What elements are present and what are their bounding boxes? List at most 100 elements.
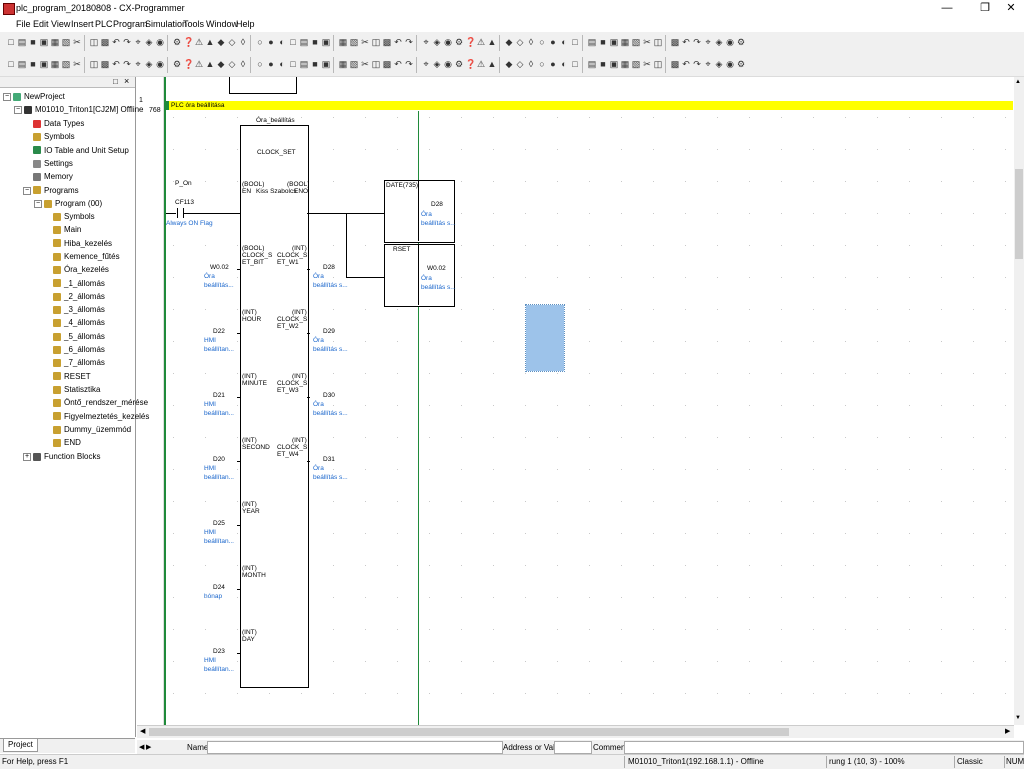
- menu-file[interactable]: File: [16, 19, 31, 29]
- horizontal-scrollbar[interactable]: ◀ ▶: [137, 725, 1014, 738]
- ladder-tool-22-icon[interactable]: ○: [255, 59, 265, 69]
- ladder-tool-30-icon[interactable]: ▧: [349, 59, 359, 69]
- scroll-left-icon[interactable]: ◀: [140, 727, 145, 735]
- ladder-tool-34-icon[interactable]: ↶: [393, 59, 403, 69]
- standard-tool-59-icon[interactable]: ↷: [692, 37, 702, 47]
- comment-field[interactable]: [624, 741, 1024, 754]
- ladder-tool-23-icon[interactable]: ●: [266, 59, 276, 69]
- menu-help[interactable]: Help: [236, 19, 255, 29]
- ladder-tool-35-icon[interactable]: ↷: [404, 59, 414, 69]
- tree-node-section-10[interactable]: _6_állomás: [53, 345, 105, 354]
- standard-tool-20-icon[interactable]: ◇: [227, 37, 237, 47]
- standard-tool-60-icon[interactable]: ⌖: [703, 37, 713, 47]
- standard-tool-28-icon[interactable]: ▣: [321, 37, 331, 47]
- fb-input-pin-4[interactable]: [237, 525, 240, 526]
- menu-edit[interactable]: Edit: [33, 19, 49, 29]
- standard-tool-14-icon[interactable]: ◉: [155, 37, 165, 47]
- tree-node-section-14[interactable]: Öntő_rendszer_mérése: [53, 398, 148, 407]
- menu-program[interactable]: Program: [113, 19, 148, 29]
- ladder-tool-20-icon[interactable]: ◇: [227, 59, 237, 69]
- ladder-tool-42-icon[interactable]: ▲: [487, 59, 497, 69]
- tree-node-plc[interactable]: M01010_Triton1[CJ2M] Offline: [24, 105, 144, 114]
- fb-output-pin-1[interactable]: [307, 333, 310, 334]
- scroll-up-icon[interactable]: ▲: [1015, 79, 1021, 85]
- standard-tool-2-icon[interactable]: ▤: [17, 37, 27, 47]
- ladder-tool-47-icon[interactable]: ●: [548, 59, 558, 69]
- standard-tool-31-icon[interactable]: ✂: [360, 37, 370, 47]
- info-right-icon[interactable]: ▶: [146, 743, 151, 751]
- menu-simulation[interactable]: Simulation: [145, 19, 187, 29]
- address-field[interactable]: [554, 741, 592, 754]
- tree-node-section-5[interactable]: _1_állomás: [53, 279, 105, 288]
- standard-tool-11-icon[interactable]: ↷: [122, 37, 132, 47]
- standard-tool-8-icon[interactable]: ◫: [89, 37, 99, 47]
- standard-tool-43-icon[interactable]: ◆: [504, 37, 514, 47]
- standard-tool-51-icon[interactable]: ■: [598, 37, 608, 47]
- ladder-tool-45-icon[interactable]: ◊: [526, 59, 536, 69]
- standard-tool-3-icon[interactable]: ■: [28, 37, 38, 47]
- standard-tool-7-icon[interactable]: ✂: [72, 37, 82, 47]
- vertical-scroll-thumb[interactable]: [1015, 169, 1023, 259]
- ladder-tool-12-icon[interactable]: ⌖: [133, 59, 143, 69]
- standard-tool-27-icon[interactable]: ■: [310, 37, 320, 47]
- ladder-tool-59-icon[interactable]: ↷: [692, 59, 702, 69]
- standard-tool-26-icon[interactable]: ▤: [299, 37, 309, 47]
- standard-tool-45-icon[interactable]: ◊: [526, 37, 536, 47]
- standard-tool-38-icon[interactable]: ◉: [443, 37, 453, 47]
- tab-project[interactable]: Project: [3, 739, 38, 752]
- standard-tool-44-icon[interactable]: ◇: [515, 37, 525, 47]
- ladder-tool-52-icon[interactable]: ▣: [609, 59, 619, 69]
- ladder-tool-44-icon[interactable]: ◇: [515, 59, 525, 69]
- ladder-tool-13-icon[interactable]: ◈: [144, 59, 154, 69]
- standard-tool-24-icon[interactable]: ◐: [277, 37, 287, 47]
- standard-tool-50-icon[interactable]: ▤: [587, 37, 597, 47]
- ladder-tool-58-icon[interactable]: ↶: [681, 59, 691, 69]
- tree-node-section-8[interactable]: _4_állomás: [53, 318, 105, 327]
- menu-tools[interactable]: Tools: [183, 19, 204, 29]
- standard-tool-5-icon[interactable]: ▦: [50, 37, 60, 47]
- ladder-tool-8-icon[interactable]: ◫: [89, 59, 99, 69]
- ladder-tool-29-icon[interactable]: ▦: [338, 59, 348, 69]
- standard-tool-29-icon[interactable]: ▦: [338, 37, 348, 47]
- ladder-tool-38-icon[interactable]: ◉: [443, 59, 453, 69]
- tree-node-item-0[interactable]: Data Types: [33, 119, 84, 128]
- tree-node-section-13[interactable]: Statisztika: [53, 385, 100, 394]
- ladder-tool-60-icon[interactable]: ⌖: [703, 59, 713, 69]
- ladder-editor[interactable]: 1 768 PLC óra beállítása P_On CF113 Alwa…: [137, 77, 1018, 725]
- tree-node-section-6[interactable]: _2_állomás: [53, 292, 105, 301]
- tree-node-section-17[interactable]: END: [53, 438, 81, 447]
- ladder-tool-37-icon[interactable]: ◈: [432, 59, 442, 69]
- standard-tool-19-icon[interactable]: ◆: [216, 37, 226, 47]
- ladder-tool-56-icon[interactable]: ◫: [653, 59, 663, 69]
- tree-node-item-5-expander[interactable]: −: [23, 186, 31, 195]
- tree-node-section-4[interactable]: Óra_kezelés: [53, 265, 109, 274]
- tree-node-item-5[interactable]: Programs: [33, 186, 79, 195]
- ladder-tool-57-icon[interactable]: ▩: [670, 59, 680, 69]
- ladder-tool-14-icon[interactable]: ◉: [155, 59, 165, 69]
- standard-tool-57-icon[interactable]: ▩: [670, 37, 680, 47]
- fb-input-pin-5[interactable]: [237, 589, 240, 590]
- standard-tool-32-icon[interactable]: ◫: [371, 37, 381, 47]
- standard-tool-36-icon[interactable]: ⌖: [421, 37, 431, 47]
- standard-tool-49-icon[interactable]: □: [570, 37, 580, 47]
- name-field[interactable]: [207, 741, 503, 754]
- ladder-tool-61-icon[interactable]: ◈: [714, 59, 724, 69]
- fb-input-pin-0[interactable]: [237, 269, 240, 270]
- standard-tool-9-icon[interactable]: ▩: [100, 37, 110, 47]
- tree-node-section-16[interactable]: Dummy_üzemmód: [53, 425, 131, 434]
- info-left-icon[interactable]: ◀: [139, 743, 144, 751]
- ladder-tool-28-icon[interactable]: ▣: [321, 59, 331, 69]
- date-instruction[interactable]: [384, 180, 455, 243]
- standard-tool-55-icon[interactable]: ✂: [642, 37, 652, 47]
- standard-tool-22-icon[interactable]: ○: [255, 37, 265, 47]
- rung-comment[interactable]: PLC óra beállítása: [166, 101, 1013, 110]
- ladder-tool-11-icon[interactable]: ↷: [122, 59, 132, 69]
- standard-tool-40-icon[interactable]: ❓: [465, 37, 476, 47]
- standard-tool-46-icon[interactable]: ○: [537, 37, 547, 47]
- fb-input-pin-6[interactable]: [237, 653, 240, 654]
- fb-output-pin-0[interactable]: [307, 269, 310, 270]
- standard-tool-1-icon[interactable]: □: [6, 37, 16, 47]
- ladder-tool-41-icon[interactable]: ⚠: [476, 59, 486, 69]
- standard-tool-39-icon[interactable]: ⚙: [454, 37, 464, 47]
- ladder-selection-cursor[interactable]: [525, 304, 565, 372]
